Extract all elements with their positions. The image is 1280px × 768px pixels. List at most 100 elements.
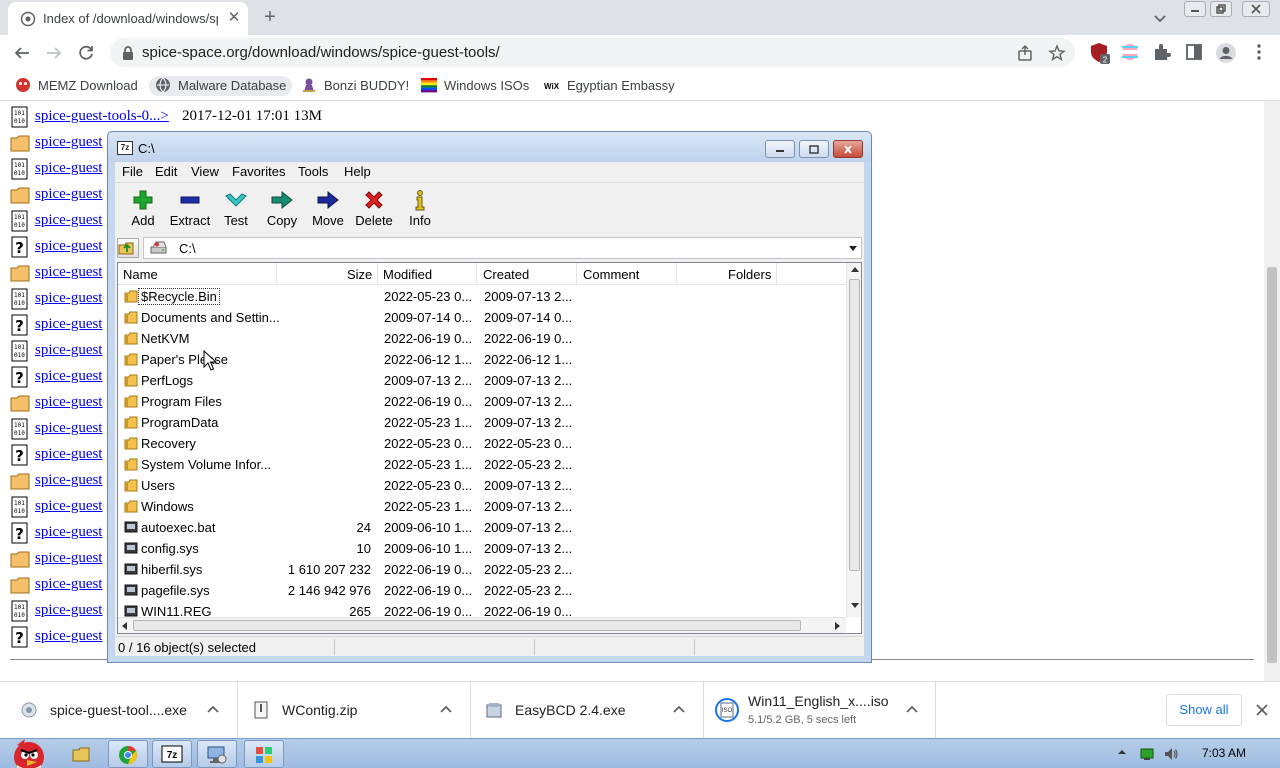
menu-edit[interactable]: Edit <box>155 164 177 179</box>
menu-tools[interactable]: Tools <box>298 164 328 179</box>
download-item[interactable]: EasyBCD 2.4.exe <box>471 682 704 739</box>
taskbar-chrome[interactable] <box>108 740 148 768</box>
sevenzip-maximize-button[interactable] <box>799 140 829 158</box>
bookmark-bonzi-buddy[interactable]: Bonzi BUDDY! <box>301 76 409 96</box>
menu-help[interactable]: Help <box>344 164 371 179</box>
column-name[interactable]: Name <box>123 267 158 282</box>
folder-row[interactable]: NetKVM 2022-06-19 0... 2022-06-19 0... <box>118 328 846 349</box>
scroll-up-arrow-icon[interactable] <box>851 267 859 273</box>
file-list-vscrollbar[interactable] <box>846 263 861 617</box>
ublock-extension-icon[interactable]: 2 <box>1089 42 1111 65</box>
column-size[interactable]: Size <box>347 267 372 282</box>
scroll-left-arrow-icon[interactable] <box>122 622 128 630</box>
menu-favorites[interactable]: Favorites <box>232 164 285 179</box>
restore-button[interactable] <box>1210 1 1232 17</box>
folder-row[interactable]: PerfLogs 2009-07-13 2... 2009-07-13 2... <box>118 370 846 391</box>
listing-link[interactable]: spice-guest <box>35 264 102 281</box>
sevenzip-minimize-button[interactable] <box>765 140 795 158</box>
folder-up-button[interactable] <box>117 238 139 258</box>
chevron-up-icon[interactable] <box>205 702 221 718</box>
download-item-in-progress[interactable]: ISO Win11_English_x....iso 5.1/5.2 GB, 5… <box>704 682 936 739</box>
taskbar-7zip[interactable]: 7z <box>152 740 192 768</box>
extract-button[interactable]: Extract <box>168 189 212 233</box>
tab-close-icon[interactable]: ✕ <box>225 9 243 27</box>
new-tab-button[interactable]: + <box>258 5 282 29</box>
folder-row[interactable]: $Recycle.Bin 2022-05-23 0... 2009-07-13 2.… <box>118 286 846 307</box>
chevron-up-icon[interactable] <box>904 702 920 718</box>
listing-link[interactable]: spice-guest <box>35 160 102 177</box>
extensions-puzzle-icon[interactable] <box>1152 42 1174 64</box>
listing-link[interactable]: spice-guest-tools-0...> <box>35 108 169 125</box>
page-scrollbar-thumb[interactable] <box>1267 267 1277 663</box>
lock-icon[interactable] <box>121 45 135 61</box>
listing-link[interactable]: spice-guest <box>35 238 102 255</box>
profile-avatar-icon[interactable] <box>1215 42 1237 64</box>
listing-link[interactable]: spice-guest <box>35 342 102 359</box>
chevron-up-icon[interactable] <box>438 702 454 718</box>
download-item[interactable]: WContig.zip <box>238 682 471 739</box>
column-folders[interactable]: Folders <box>728 267 771 282</box>
listing-link[interactable]: spice-guest <box>35 628 102 645</box>
volume-icon[interactable] <box>1163 746 1179 762</box>
info-button[interactable]: Info <box>398 189 442 233</box>
folder-row[interactable]: Users 2022-05-23 0... 2009-07-13 2... <box>118 475 846 496</box>
column-created[interactable]: Created <box>483 267 529 282</box>
sevenzip-file-list[interactable]: Name Size Modified Created Comment Folde… <box>117 262 862 634</box>
file-row[interactable]: pagefile.sys 2 146 942 976 2022-06-19 0...… <box>118 580 846 601</box>
listing-link[interactable]: spice-guest <box>35 186 102 203</box>
listing-link[interactable]: spice-guest <box>35 368 102 385</box>
folder-row[interactable]: ProgramData 2022-05-23 1... 2009-07-13 2..… <box>118 412 846 433</box>
listing-link[interactable]: spice-guest <box>35 134 102 151</box>
move-button[interactable]: Move <box>306 189 350 233</box>
folder-row[interactable]: Documents and Settin... 2009-07-14 0... 20… <box>118 307 846 328</box>
listing-link[interactable]: spice-guest <box>35 446 102 463</box>
close-window-button[interactable] <box>1242 1 1270 17</box>
pride-extension-icon[interactable] <box>1120 42 1142 64</box>
sevenzip-titlebar[interactable]: 7z C:\ <box>108 132 871 162</box>
folder-row[interactable]: Recovery 2022-05-23 0... 2022-05-23 0... <box>118 433 846 454</box>
sevenzip-path-combobox[interactable]: C:\ <box>143 237 862 259</box>
menu-view[interactable]: View <box>191 164 219 179</box>
forward-button[interactable] <box>41 40 67 66</box>
network-icon[interactable] <box>1139 746 1155 762</box>
add-button[interactable]: Add <box>121 189 165 233</box>
minimize-button[interactable] <box>1184 1 1206 17</box>
column-modified[interactable]: Modified <box>383 267 432 282</box>
scroll-right-arrow-icon[interactable] <box>835 622 841 630</box>
file-list-hscrollbar[interactable] <box>118 617 846 633</box>
tab-search-icon[interactable] <box>1151 9 1169 27</box>
close-shelf-icon[interactable] <box>1253 701 1271 719</box>
page-scrollbar[interactable] <box>1264 101 1280 681</box>
listing-link[interactable]: spice-guest <box>35 576 102 593</box>
file-list-vscroll-thumb[interactable] <box>849 279 860 571</box>
listing-link[interactable]: spice-guest <box>35 212 102 229</box>
file-row[interactable]: hiberfil.sys 1 610 207 232 2022-06-19 0...… <box>118 559 846 580</box>
folder-row[interactable]: System Volume Infor... 2022-05-23 1... 202… <box>118 454 846 475</box>
listing-link[interactable]: spice-guest <box>35 524 102 541</box>
delete-button[interactable]: Delete <box>352 189 396 233</box>
bookmark-windows-isos[interactable]: Windows ISOs <box>421 76 529 96</box>
listing-link[interactable]: spice-guest <box>35 472 102 489</box>
listing-link[interactable]: spice-guest <box>35 602 102 619</box>
folder-row[interactable]: Program Files 2022-06-19 0... 2009-07-13 2… <box>118 391 846 412</box>
copy-button[interactable]: Copy <box>260 189 304 233</box>
scroll-down-arrow-icon[interactable] <box>851 603 859 609</box>
listing-link[interactable]: spice-guest <box>35 290 102 307</box>
bookmark-egyptian-embassy[interactable]: WiX Egyptian Embassy <box>544 76 675 96</box>
show-all-button[interactable]: Show all <box>1166 694 1242 726</box>
bookmark-malware-database[interactable]: Malware Database <box>149 76 293 96</box>
bookmark-star-icon[interactable] <box>1048 44 1066 62</box>
listing-link[interactable]: spice-guest <box>35 394 102 411</box>
share-icon[interactable] <box>1016 44 1034 62</box>
taskbar-control-panel[interactable] <box>197 740 237 768</box>
file-row[interactable]: autoexec.bat 24 2009-06-10 1... 2009-07-13 … <box>118 517 846 538</box>
address-bar[interactable]: spice-space.org/download/windows/spice-g… <box>110 38 1075 67</box>
start-button[interactable] <box>2 731 54 768</box>
browser-tab[interactable]: Index of /download/windows/spice-guest-t… <box>8 2 248 35</box>
chevron-up-icon[interactable] <box>671 702 687 718</box>
folder-row[interactable]: Windows 2022-05-23 1... 2009-07-13 2... <box>118 496 846 517</box>
chrome-menu-icon[interactable] <box>1249 42 1271 64</box>
test-button[interactable]: Test <box>214 189 258 233</box>
listing-link[interactable]: spice-guest <box>35 550 102 567</box>
column-comment[interactable]: Comment <box>583 267 639 282</box>
